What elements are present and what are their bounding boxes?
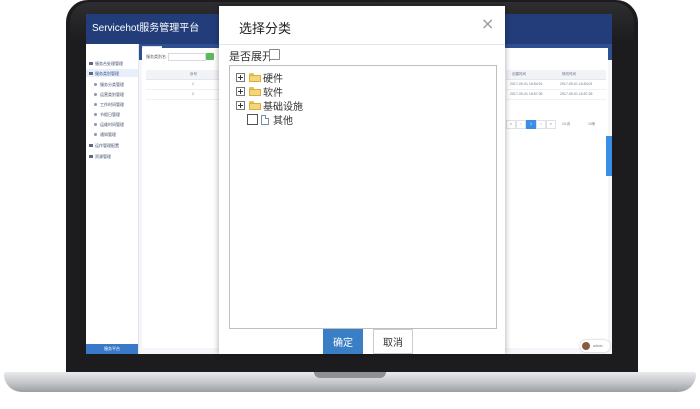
tree-node-label: 其他 <box>273 116 293 127</box>
dot-icon <box>94 93 97 97</box>
pager-next[interactable]: › <box>536 120 546 129</box>
select-category-dialog: 选择分类 × 是否展开 硬件 软件 基础设施 其他 确定 取消 <box>219 6 505 354</box>
folder-icon <box>249 73 261 82</box>
cancel-button[interactable]: 取消 <box>373 329 413 354</box>
user-chip[interactable]: admin <box>580 340 610 352</box>
avatar <box>582 342 590 350</box>
pager-last[interactable]: » <box>546 120 556 129</box>
tree-node-hardware[interactable]: 硬件 <box>236 71 283 85</box>
page-size-select[interactable]: 10条 <box>588 122 595 127</box>
folder-icon <box>249 101 261 110</box>
filter-input[interactable] <box>168 53 206 61</box>
col-header-index: 序号 <box>190 72 197 76</box>
sidebar-subitem[interactable]: 节假日管理 <box>94 112 120 118</box>
confirm-button[interactable]: 确定 <box>323 329 363 354</box>
col-header-created: 创建时间 <box>512 72 526 76</box>
user-name: admin <box>593 344 603 348</box>
sidebar-subitem[interactable]: 工作时间管理 <box>94 102 124 108</box>
sidebar-item-resources[interactable]: 资源管理 <box>89 154 111 160</box>
tree-node-software[interactable]: 软件 <box>236 85 283 99</box>
table-header-right: 创建时间 修改时间 <box>506 70 606 80</box>
sidebar-subitem[interactable]: 运维时间管理 <box>94 122 124 128</box>
expand-label: 是否展开 <box>229 51 273 63</box>
sidebar <box>86 44 139 354</box>
category-tree: 硬件 软件 基础设施 其他 <box>229 65 497 329</box>
expand-checkbox[interactable] <box>269 49 280 60</box>
tree-node-other[interactable]: 其他 <box>247 113 293 127</box>
sidebar-subitem[interactable]: 通知管理 <box>94 132 116 138</box>
dot-icon <box>94 113 97 117</box>
expand-plus-icon[interactable] <box>236 73 245 82</box>
table-row-right[interactable]: 2017-09-01 16:57:26 2017-09-01 16:57:26 <box>506 90 606 100</box>
pager-prev[interactable]: ‹ <box>516 120 526 129</box>
table-row-right[interactable]: 2017-09-01 16:54:01 2017-09-01 16:54:01 <box>506 80 606 90</box>
folder-icon <box>89 144 93 148</box>
tab-bar: 首页服务类别管理 <box>142 37 202 56</box>
expand-plus-icon[interactable] <box>236 87 245 96</box>
pager-first[interactable]: « <box>506 120 516 129</box>
filter-label: 服务类别名 <box>146 54 166 59</box>
col-header-modified: 修改时间 <box>562 72 576 76</box>
tree-node-infrastructure[interactable]: 基础设施 <box>236 99 303 113</box>
dot-icon <box>94 103 97 107</box>
sidebar-item-service-desk[interactable]: 服务台处理管理 <box>89 61 123 67</box>
pager-page-1[interactable]: 1 <box>526 120 536 129</box>
sidebar-subitem[interactable]: 运营类别管理 <box>94 92 124 98</box>
tree-node-label: 软件 <box>263 88 283 99</box>
laptop-notch <box>314 372 386 378</box>
close-icon[interactable]: × <box>481 14 494 33</box>
sidebar-bottom-bar[interactable]: 服务平台 <box>86 344 138 354</box>
folder-icon <box>249 87 261 96</box>
dialog-divider <box>219 44 505 45</box>
search-button[interactable] <box>206 53 214 60</box>
dot-icon <box>94 123 97 127</box>
pager-info: 1/1页 <box>562 122 571 126</box>
folder-icon <box>89 155 93 159</box>
tree-node-label: 基础设施 <box>263 102 303 113</box>
dot-icon <box>94 133 97 137</box>
app-title: Servicehot服务管理平台 <box>92 23 200 34</box>
folder-icon <box>89 62 93 66</box>
expand-plus-icon[interactable] <box>236 101 245 110</box>
sidebar-item-ops[interactable]: 运作管理配置 <box>89 143 119 149</box>
side-float-tab[interactable] <box>606 136 612 176</box>
sidebar-subitem[interactable]: 服务分类管理 <box>94 82 124 88</box>
dialog-title: 选择分类 <box>239 21 292 36</box>
tree-node-checkbox[interactable] <box>247 114 258 125</box>
tree-node-label: 硬件 <box>263 74 283 85</box>
folder-icon <box>89 72 93 76</box>
sidebar-item-service-category[interactable]: 服务类别管理 <box>89 71 119 77</box>
file-icon <box>261 114 269 125</box>
dot-icon <box>94 83 97 87</box>
